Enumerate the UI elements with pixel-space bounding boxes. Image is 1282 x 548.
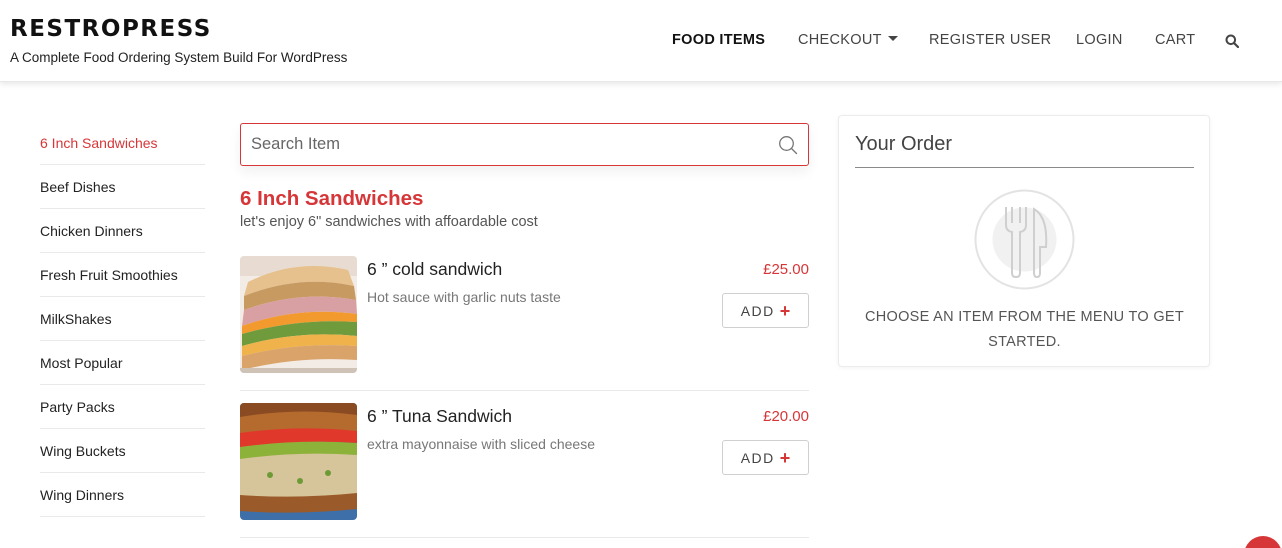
section-title: 6 Inch Sandwiches	[240, 187, 424, 210]
add-button-label: ADD	[740, 449, 775, 466]
search-box	[240, 123, 809, 166]
category-item-party-packs[interactable]: Party Packs	[40, 385, 205, 429]
order-empty-message: CHOOSE AN ITEM FROM THE MENU TO GET STAR…	[864, 309, 1185, 350]
scroll-to-top-button[interactable]	[1244, 536, 1282, 548]
order-panel: Your Order CHOOSE AN ITEM FROM THE MENU …	[838, 115, 1210, 367]
site-title[interactable]: RESTROPRESS	[10, 16, 212, 42]
product-description: Hot sauce with garlic nuts taste	[367, 289, 561, 305]
category-item-wing-dinners[interactable]: Wing Dinners	[40, 473, 205, 517]
search-input[interactable]	[241, 124, 771, 165]
nav-register-user[interactable]: REGISTER USER	[929, 32, 1051, 48]
product-price: £20.00	[763, 408, 809, 425]
search-icon[interactable]	[778, 135, 798, 155]
nav-login[interactable]: LOGIN	[1076, 32, 1123, 48]
product-row: 6 ” cold sandwich Hot sauce with garlic …	[240, 256, 809, 391]
category-item-chicken-dinners[interactable]: Chicken Dinners	[40, 209, 205, 253]
category-item-wing-buckets[interactable]: Wing Buckets	[40, 429, 205, 473]
plus-icon: +	[779, 300, 791, 321]
category-item-beef-dishes[interactable]: Beef Dishes	[40, 165, 205, 209]
section-description: let's enjoy 6" sandwiches with affoardab…	[240, 214, 538, 230]
nav-checkout[interactable]: CHECKOUT	[798, 32, 898, 48]
nav-checkout-label: CHECKOUT	[798, 32, 882, 48]
category-item-fresh-fruit-smoothies[interactable]: Fresh Fruit Smoothies	[40, 253, 205, 297]
product-image-tuna-sandwich[interactable]	[240, 403, 357, 520]
product-image-cold-sandwich[interactable]	[240, 256, 357, 373]
product-description: extra mayonnaise with sliced cheese	[367, 436, 596, 452]
search-icon[interactable]	[1225, 34, 1239, 48]
product-row: 6 ” Tuna Sandwich extra mayonnaise with …	[240, 403, 809, 538]
product-price: £25.00	[763, 261, 809, 278]
category-list: 6 Inch Sandwiches Beef Dishes Chicken Di…	[40, 121, 205, 517]
category-item-milkshakes[interactable]: MilkShakes	[40, 297, 205, 341]
plus-icon: +	[779, 447, 791, 468]
add-button-label: ADD	[740, 302, 775, 319]
add-to-cart-button[interactable]: ADD +	[722, 440, 809, 475]
site-tagline: A Complete Food Ordering System Build Fo…	[10, 50, 348, 65]
category-item-6-inch-sandwiches[interactable]: 6 Inch Sandwiches	[40, 121, 205, 165]
category-item-most-popular[interactable]: Most Popular	[40, 341, 205, 385]
order-title: Your Order	[855, 133, 953, 155]
nav-cart[interactable]: CART	[1155, 32, 1195, 48]
nav-food-items[interactable]: FOOD ITEMS	[672, 32, 765, 48]
site-header: RESTROPRESS A Complete Food Ordering Sys…	[0, 0, 1282, 82]
product-name[interactable]: 6 ” cold sandwich	[367, 259, 502, 280]
product-name[interactable]: 6 ” Tuna Sandwich	[367, 406, 512, 427]
fork-knife-icon	[974, 189, 1075, 290]
caret-down-icon	[887, 36, 898, 41]
add-to-cart-button[interactable]: ADD +	[722, 293, 809, 328]
order-divider	[855, 167, 1194, 168]
